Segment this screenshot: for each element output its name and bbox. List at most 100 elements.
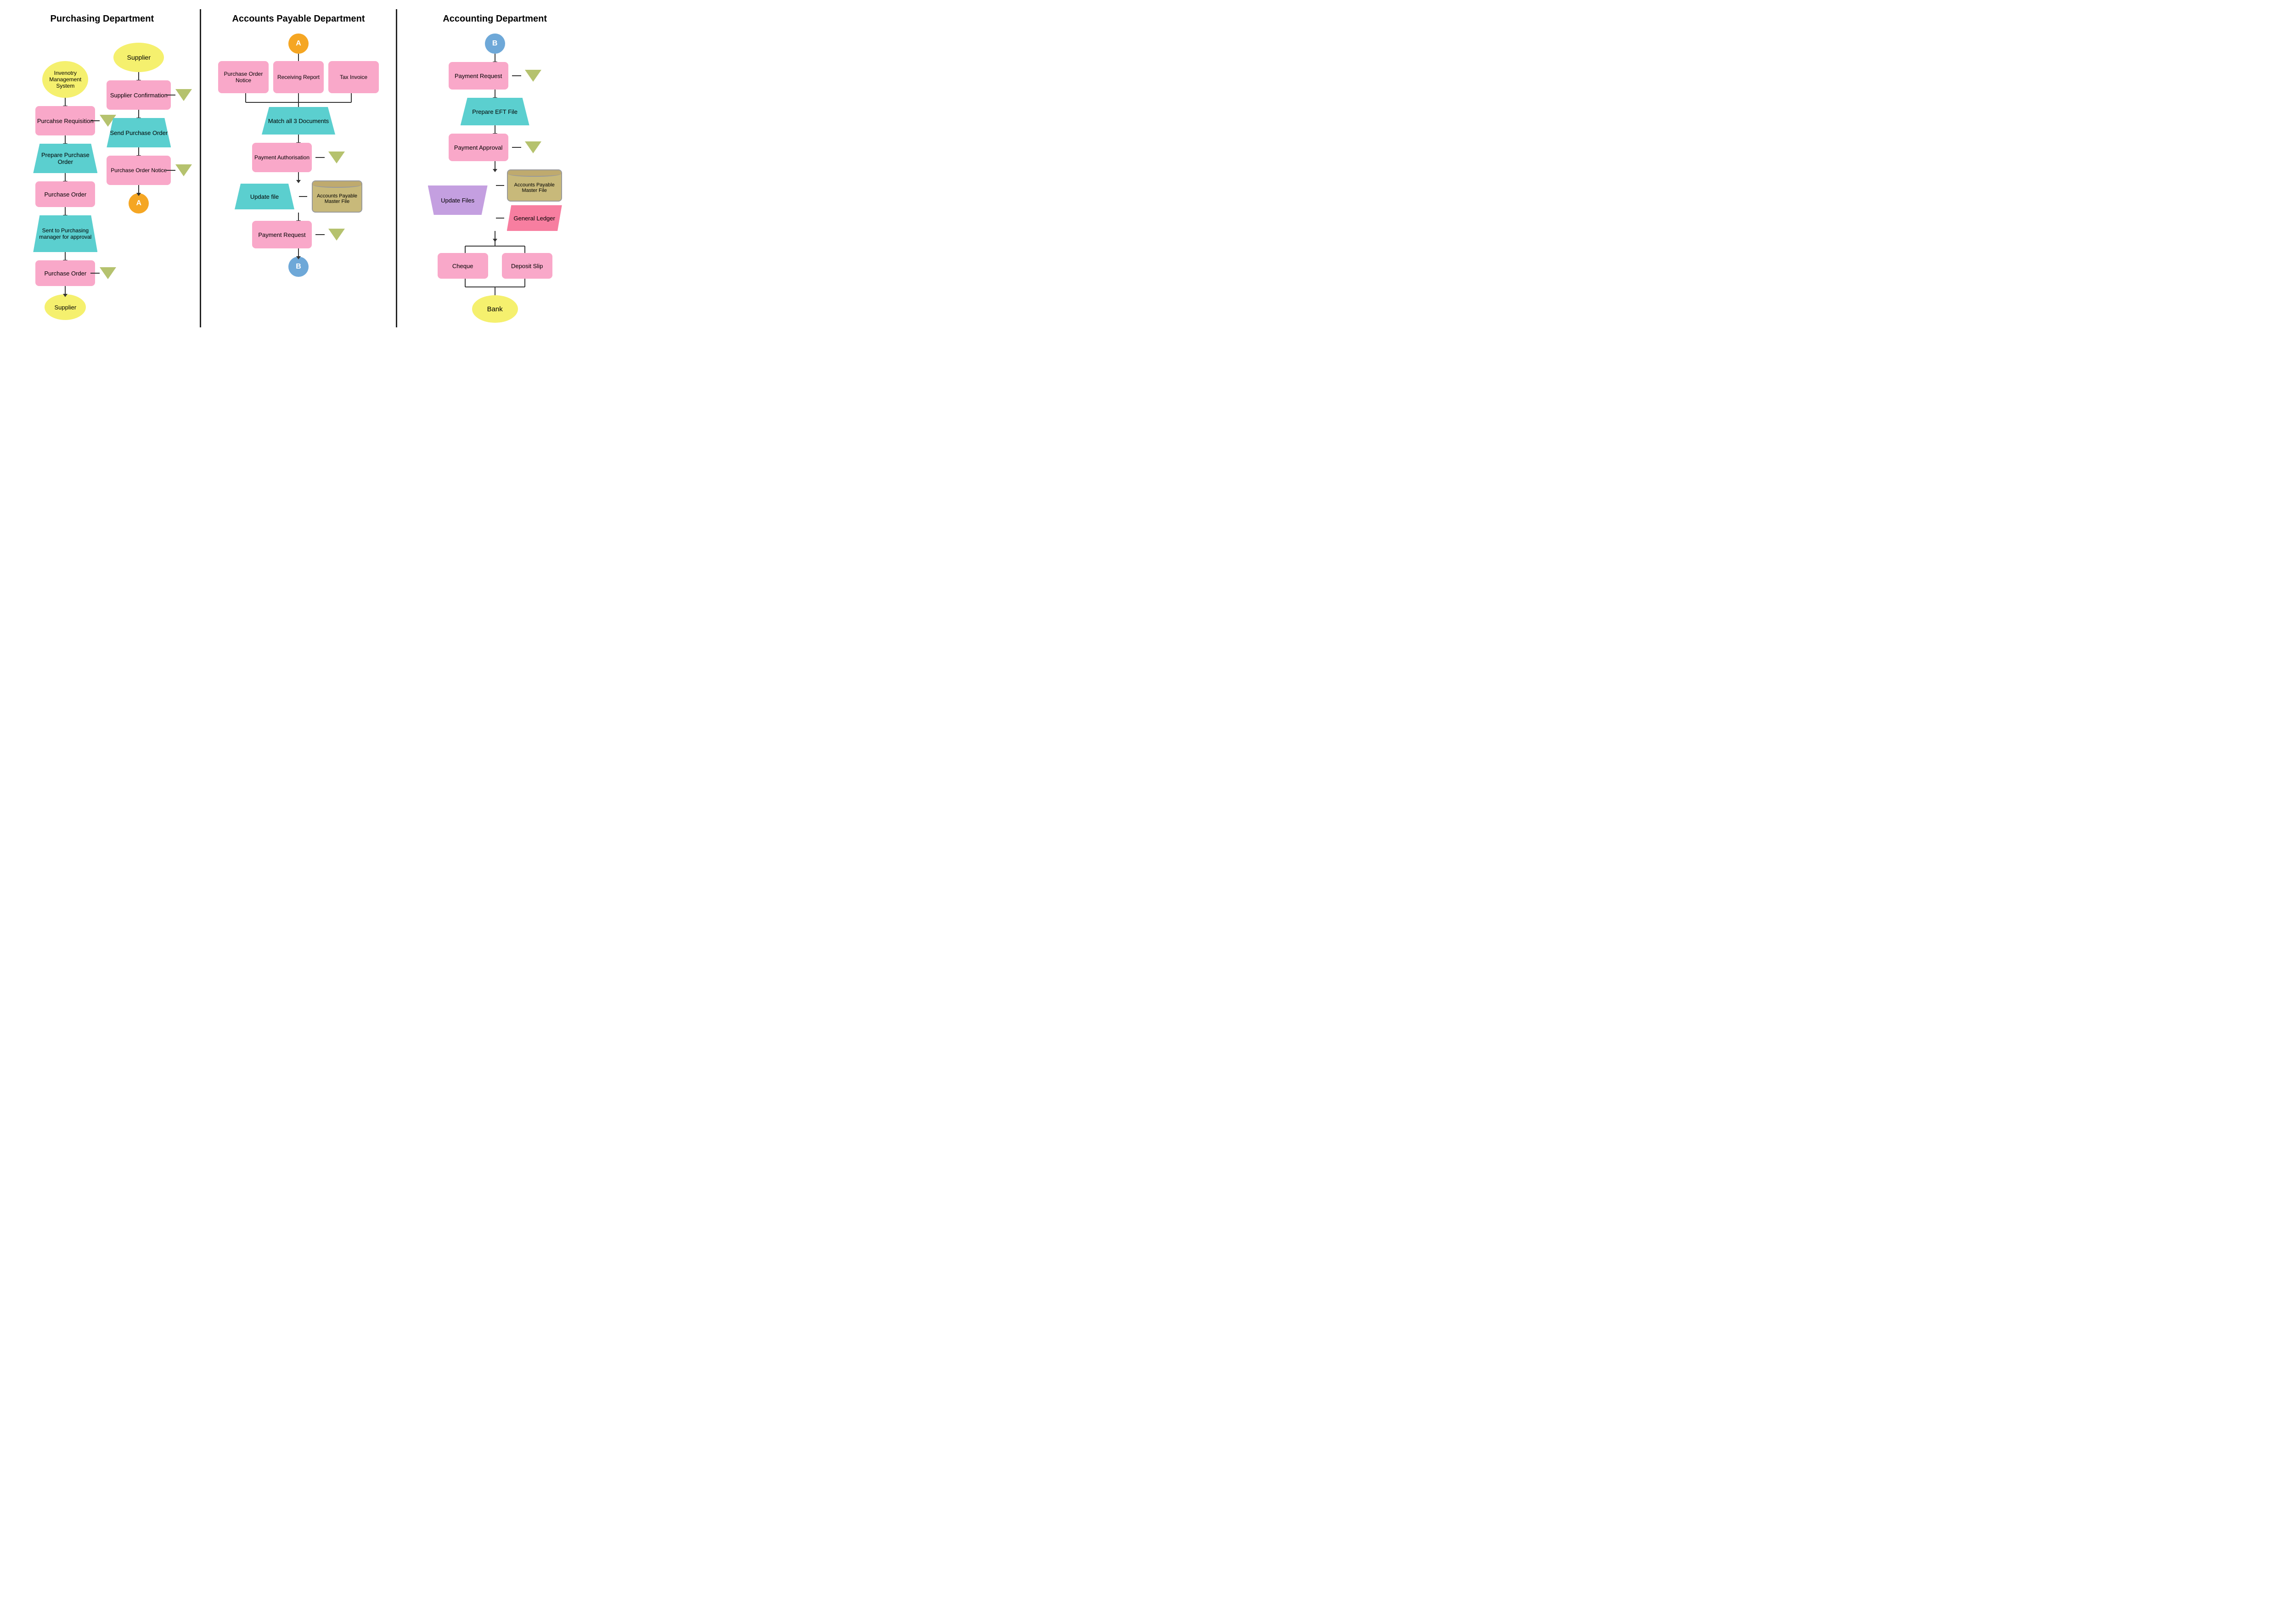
acc-payreq-d-line <box>512 75 521 76</box>
ap-department: Accounts Payable Department A Purchase O… <box>201 9 396 327</box>
payreq-d-line <box>315 234 325 235</box>
inv-mgmt-system: Invenotry Management System <box>42 61 88 98</box>
supplier-confirmation: Supplier Confirmation <box>107 80 171 110</box>
connector-b-ap: B <box>288 257 309 277</box>
prepare-eft: Prepare EFT File <box>461 98 529 125</box>
po2-d-triangle <box>100 267 116 279</box>
po2-d-line <box>90 273 100 274</box>
match-docs: Match all 3 Documents <box>262 107 335 135</box>
ap-master-file: Accounts Payable Master File <box>312 180 362 213</box>
supplier-oval-bottom: Supplier <box>45 294 86 320</box>
cheque-deposit-row: Cheque Deposit Slip <box>438 253 552 279</box>
payment-request-acc: Payment Request <box>449 62 508 90</box>
diagram-container: Purchasing Department Invenotry Manageme… <box>0 0 597 337</box>
purchasing-dept-title: Purchasing Department <box>51 14 154 24</box>
po-notice-right-wrapper: Purchase Order Notice <box>107 156 171 185</box>
conf-d-triangle <box>175 89 192 101</box>
purchase-req-wrapper: Purcahse Requisition <box>35 106 95 135</box>
general-ledger-row: General Ledger <box>496 205 562 231</box>
po-notice-right: Purchase Order Notice <box>107 156 171 185</box>
ponotice-d-line <box>166 170 175 171</box>
update-files: Update Files <box>428 185 488 215</box>
arrow-inv-to-req <box>65 98 66 106</box>
cylinder-top <box>313 181 361 188</box>
purchasing-department: Purchasing Department Invenotry Manageme… <box>5 9 200 327</box>
payment-req-row: Payment Request <box>252 221 345 248</box>
bank: Bank <box>472 295 518 323</box>
approval-d-triangle <box>525 141 541 153</box>
connector-a-purchasing: A <box>129 193 149 213</box>
arrow-po2-to-supplier <box>65 286 66 294</box>
supplier-oval-top: Supplier <box>113 43 164 72</box>
arrow-update-to-payment-req <box>298 213 299 221</box>
update-files-row: Update Files Accounts Payable Master Fil… <box>428 169 562 231</box>
payment-approval: Payment Approval <box>449 134 508 161</box>
send-purchase-order: Send Purchase Order <box>107 118 171 147</box>
arrow-a-to-docs <box>298 54 299 61</box>
arrow-prepare-to-po1 <box>65 173 66 181</box>
arrow-req-to-prepare <box>65 135 66 144</box>
merge-lines-bank <box>435 279 555 295</box>
auth-d-triangle <box>328 152 345 163</box>
arrow-auth-to-update <box>298 172 299 180</box>
general-ledger: General Ledger <box>507 205 562 231</box>
ap-dept-title: Accounts Payable Department <box>232 14 365 24</box>
payment-auth-row: Payment Authorisation <box>252 143 345 172</box>
ap-docs-row: Purchase Order Notice Receiving Report T… <box>218 61 379 93</box>
update-to-gl-line <box>496 218 504 219</box>
payment-request-ap: Payment Request <box>252 221 312 248</box>
arrow-ponotice-to-a <box>138 185 139 193</box>
update-to-ap2-line <box>496 185 504 186</box>
arrow-match-to-auth <box>298 135 299 143</box>
ap-master-2-label: Accounts Payable Master File <box>508 182 561 193</box>
purchase-requisition: Purcahse Requisition <box>35 106 95 135</box>
supplier-conf-wrapper: Supplier Confirmation <box>107 80 171 110</box>
payment-authorisation: Payment Authorisation <box>252 143 312 172</box>
ap-master-file-2: Accounts Payable Master File <box>507 169 562 202</box>
cheque-deposit-col: Cheque Deposit Slip <box>435 239 555 295</box>
purchasing-right-flow: Supplier Supplier Confirmation Send Purc… <box>107 43 171 320</box>
prepare-purchase-order: Prepare Purchase Order <box>33 144 97 173</box>
arrow-supp-to-conf <box>138 72 139 80</box>
connector-a-ap: A <box>288 34 309 54</box>
arrow-po1-to-sent <box>65 207 66 215</box>
deposit-slip: Deposit Slip <box>502 253 552 279</box>
accounting-dept-title: Accounting Department <box>443 14 547 24</box>
cheque: Cheque <box>438 253 488 279</box>
ponotice-d-triangle <box>175 164 192 176</box>
ponotice-d-wrapper <box>166 164 192 176</box>
po-notice-ap: Purchase Order Notice <box>218 61 269 93</box>
update-to-ap-line <box>299 196 307 197</box>
arrow-send-to-ponotice <box>138 147 139 156</box>
req-d-line <box>90 120 100 121</box>
ap-master-label: Accounts Payable Master File <box>313 193 361 204</box>
arrow-sent-to-po2 <box>65 252 66 260</box>
cylinder-top-2 <box>508 170 561 177</box>
acc-payreq-d-triangle <box>525 70 541 82</box>
arrow-payreq-to-b <box>298 248 299 257</box>
payment-approval-row: Payment Approval <box>449 134 541 161</box>
approval-d-line <box>512 147 521 148</box>
auth-d-line <box>315 157 325 158</box>
conf-d-wrapper <box>166 89 192 101</box>
receiving-report: Receiving Report <box>273 61 324 93</box>
purchase-order-2-wrapper: Purchase Order <box>35 260 95 286</box>
arrow-conf-to-send <box>138 110 139 118</box>
sent-to-manager: Sent to Purchasing manager for approval <box>33 215 97 252</box>
connector-b-accounting: B <box>485 34 505 54</box>
docs-merge-lines <box>220 93 377 107</box>
update-file-row: Update file Accounts Payable Master File <box>235 180 362 213</box>
purchasing-two-col: Invenotry Management System Purcahse Req… <box>7 34 197 320</box>
purchase-order-2: Purchase Order <box>35 260 95 286</box>
po2-d-wrapper <box>90 267 116 279</box>
accounting-department: Accounting Department B Payment Request … <box>397 9 592 327</box>
accounting-flow: B Payment Request Prepare EFT File Payme… <box>400 34 590 323</box>
ap-master-2-row: Accounts Payable Master File <box>496 169 562 202</box>
acc-side-files: Accounts Payable Master File General Led… <box>496 169 562 231</box>
payreq-d-triangle <box>328 229 345 241</box>
acc-payreq-row: Payment Request <box>449 62 541 90</box>
purchasing-left-flow: Invenotry Management System Purcahse Req… <box>33 61 97 320</box>
update-file: Update file <box>235 184 294 209</box>
purchase-order-1: Purchase Order <box>35 181 95 207</box>
ap-flow: A Purchase Order Notice Receiving Report… <box>203 34 394 277</box>
